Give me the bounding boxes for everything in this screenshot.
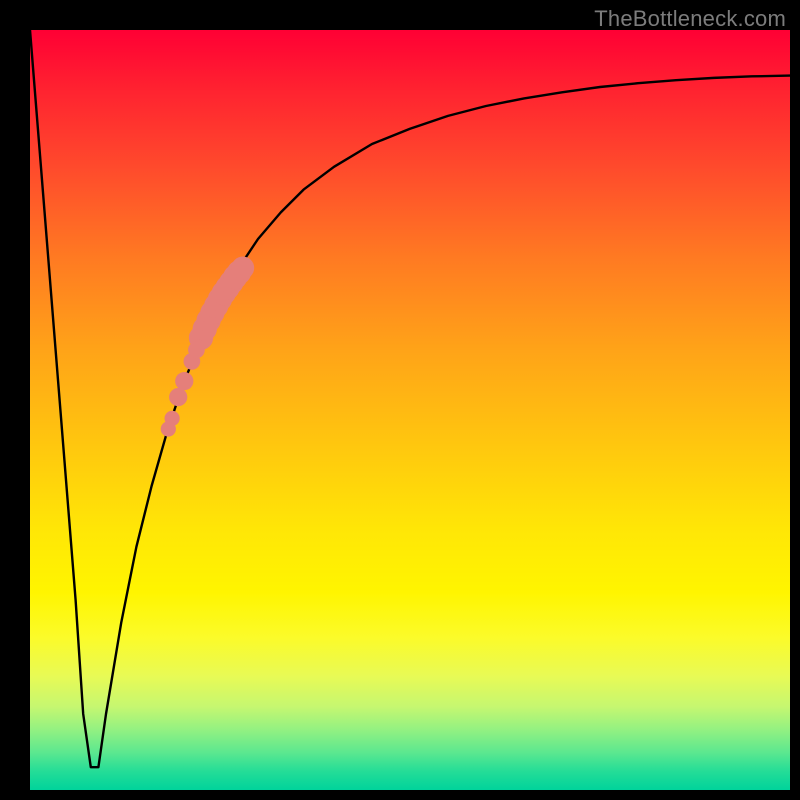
curve-marker — [188, 342, 205, 359]
chart-frame: TheBottleneck.com — [0, 0, 800, 800]
plot-area — [30, 30, 790, 790]
chart-svg — [30, 30, 790, 790]
curve-marker — [169, 388, 187, 406]
bottleneck-curve — [30, 30, 790, 767]
watermark-text: TheBottleneck.com — [594, 6, 786, 32]
curve-marker — [161, 421, 176, 436]
curve-marker — [175, 372, 193, 390]
curve-marker — [231, 256, 254, 279]
